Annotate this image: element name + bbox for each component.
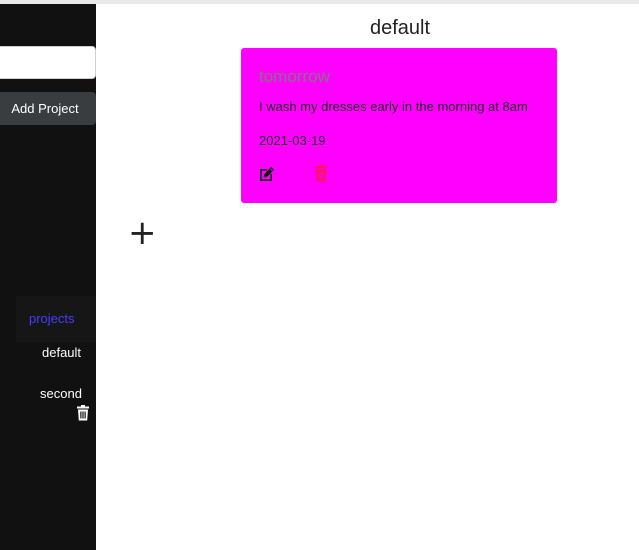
- todo-description: I wash my dresses early in the morning a…: [259, 99, 528, 114]
- page-title: default: [369, 17, 431, 39]
- project-item-default[interactable]: default: [42, 345, 81, 360]
- add-project-button[interactable]: Add Project: [0, 92, 96, 125]
- trash-icon[interactable]: [76, 405, 90, 421]
- edit-icon[interactable]: [259, 166, 275, 182]
- todo-title: tomorrow: [259, 67, 330, 86]
- project-item-second[interactable]: second: [40, 386, 82, 401]
- project-name-input[interactable]: [0, 46, 96, 79]
- trash-icon[interactable]: [314, 165, 328, 182]
- projects-heading: projects: [29, 311, 75, 326]
- todo-card: tomorrow I wash my dresses early in the …: [241, 48, 557, 203]
- todo-date: 2021-03-19: [259, 133, 326, 148]
- add-todo-button[interactable]: +: [128, 216, 157, 250]
- sidebar: Add Project projects default second: [0, 4, 96, 550]
